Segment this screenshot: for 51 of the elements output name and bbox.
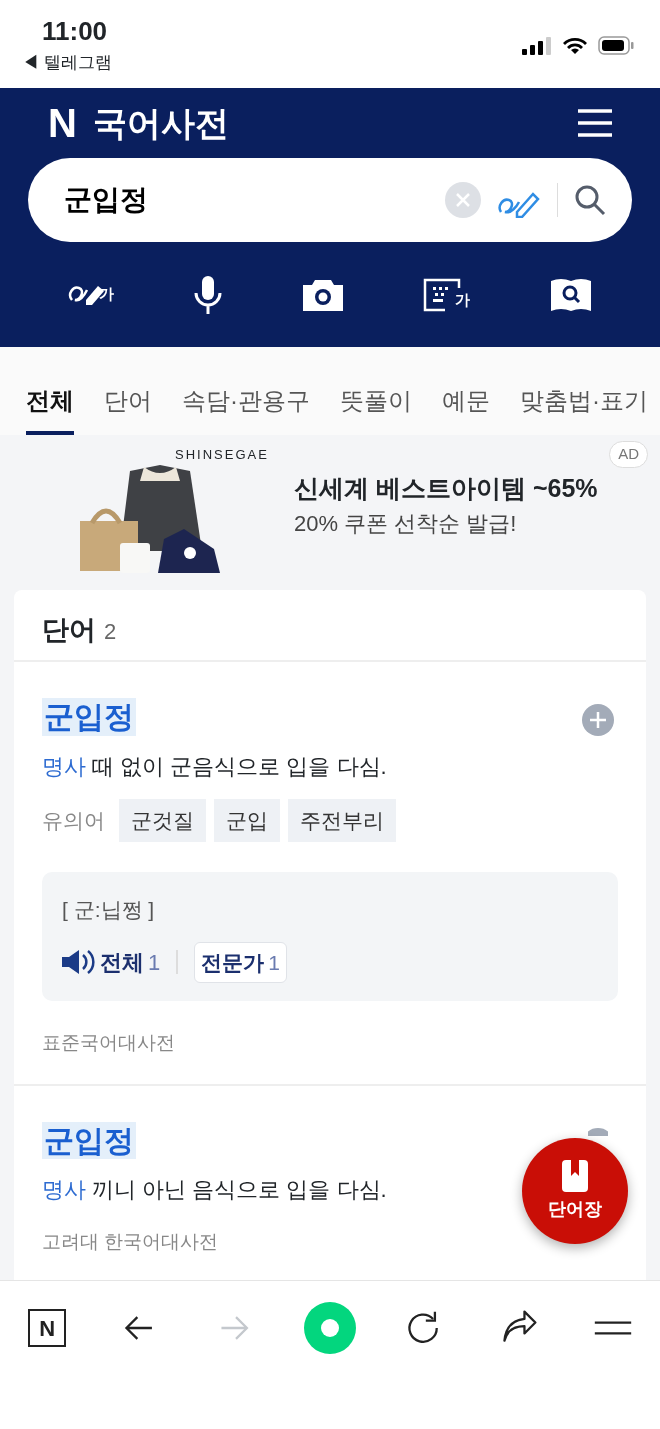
back-icon xyxy=(125,1315,154,1341)
source-text: 고려대 한국어대사전 xyxy=(42,1230,220,1254)
brand-text: SHINSEGAE xyxy=(175,446,269,464)
section-title: 단어 xyxy=(42,615,96,645)
tool-glyph: 가 xyxy=(99,284,115,305)
tool-button[interactable] xyxy=(548,276,593,313)
voice-icon xyxy=(192,274,223,315)
reload-icon xyxy=(408,1311,439,1343)
wifi-icon xyxy=(562,36,588,55)
signal-icon xyxy=(522,36,552,55)
clock-time: 11:00 xyxy=(42,18,109,44)
expert-button[interactable]: 전문가 1 xyxy=(194,941,287,983)
tool-glyph: 가 xyxy=(455,290,471,310)
tool-button[interactable] xyxy=(192,274,223,315)
ad-subline: 20% 쿠폰 선착순 발급! xyxy=(294,510,518,539)
bookmark-icon xyxy=(562,1159,588,1192)
tool-button[interactable]: 가 xyxy=(67,283,115,306)
headword-link[interactable]: 군입정 xyxy=(42,698,136,736)
menu-icon xyxy=(593,1321,633,1335)
definition-text: 명사 때 없이 군음식으로 입을 다심. xyxy=(42,752,387,781)
menu-icon[interactable] xyxy=(578,108,612,138)
tab[interactable]: 뜻풀이 xyxy=(340,347,412,435)
synonym-label: 유의어 xyxy=(42,807,105,834)
tab[interactable]: 예문 xyxy=(442,347,490,435)
synonym-chip[interactable]: 군것질 xyxy=(119,798,206,842)
ad-badge: AD xyxy=(609,441,648,468)
search-icon[interactable] xyxy=(574,184,606,216)
record-icon xyxy=(304,1302,356,1354)
pronunciation-text: [ 군:닙쩡 ] xyxy=(62,897,156,923)
share-icon xyxy=(502,1310,537,1342)
logo-letter[interactable]: N xyxy=(48,103,77,143)
forward-icon xyxy=(220,1315,249,1341)
audio-play-button[interactable]: 전체 1 xyxy=(62,945,161,979)
definition-text: 명사 끼니 아닌 음식으로 입을 다심. xyxy=(42,1176,387,1204)
speaker-icon xyxy=(62,949,96,976)
battery-icon xyxy=(598,36,634,55)
search-bar[interactable]: 군입정 xyxy=(28,158,632,242)
tab[interactable]: 속담·관용구 xyxy=(182,347,310,435)
search-field[interactable]: 군입정 xyxy=(62,178,445,222)
tool-button[interactable]: 가 xyxy=(423,277,471,312)
app-title: 국어사전 xyxy=(92,102,229,144)
synonym-chip[interactable]: 주전부리 xyxy=(288,798,396,842)
result-count: 2 xyxy=(104,619,117,644)
ad-headline: 신세계 베스트아이템 ~65% xyxy=(294,472,598,504)
book-search-icon xyxy=(548,276,593,313)
synonym-chip[interactable]: 군입 xyxy=(214,798,280,842)
tab[interactable]: 맞춤법·표기 xyxy=(520,347,648,435)
headword-link[interactable]: 군입정 xyxy=(42,1121,136,1159)
tab[interactable]: 단어 xyxy=(104,347,152,435)
back-to-app-link[interactable]: ◀ 텔레그램 xyxy=(22,50,112,76)
source-text: 표준국어대사전 xyxy=(42,1031,176,1055)
